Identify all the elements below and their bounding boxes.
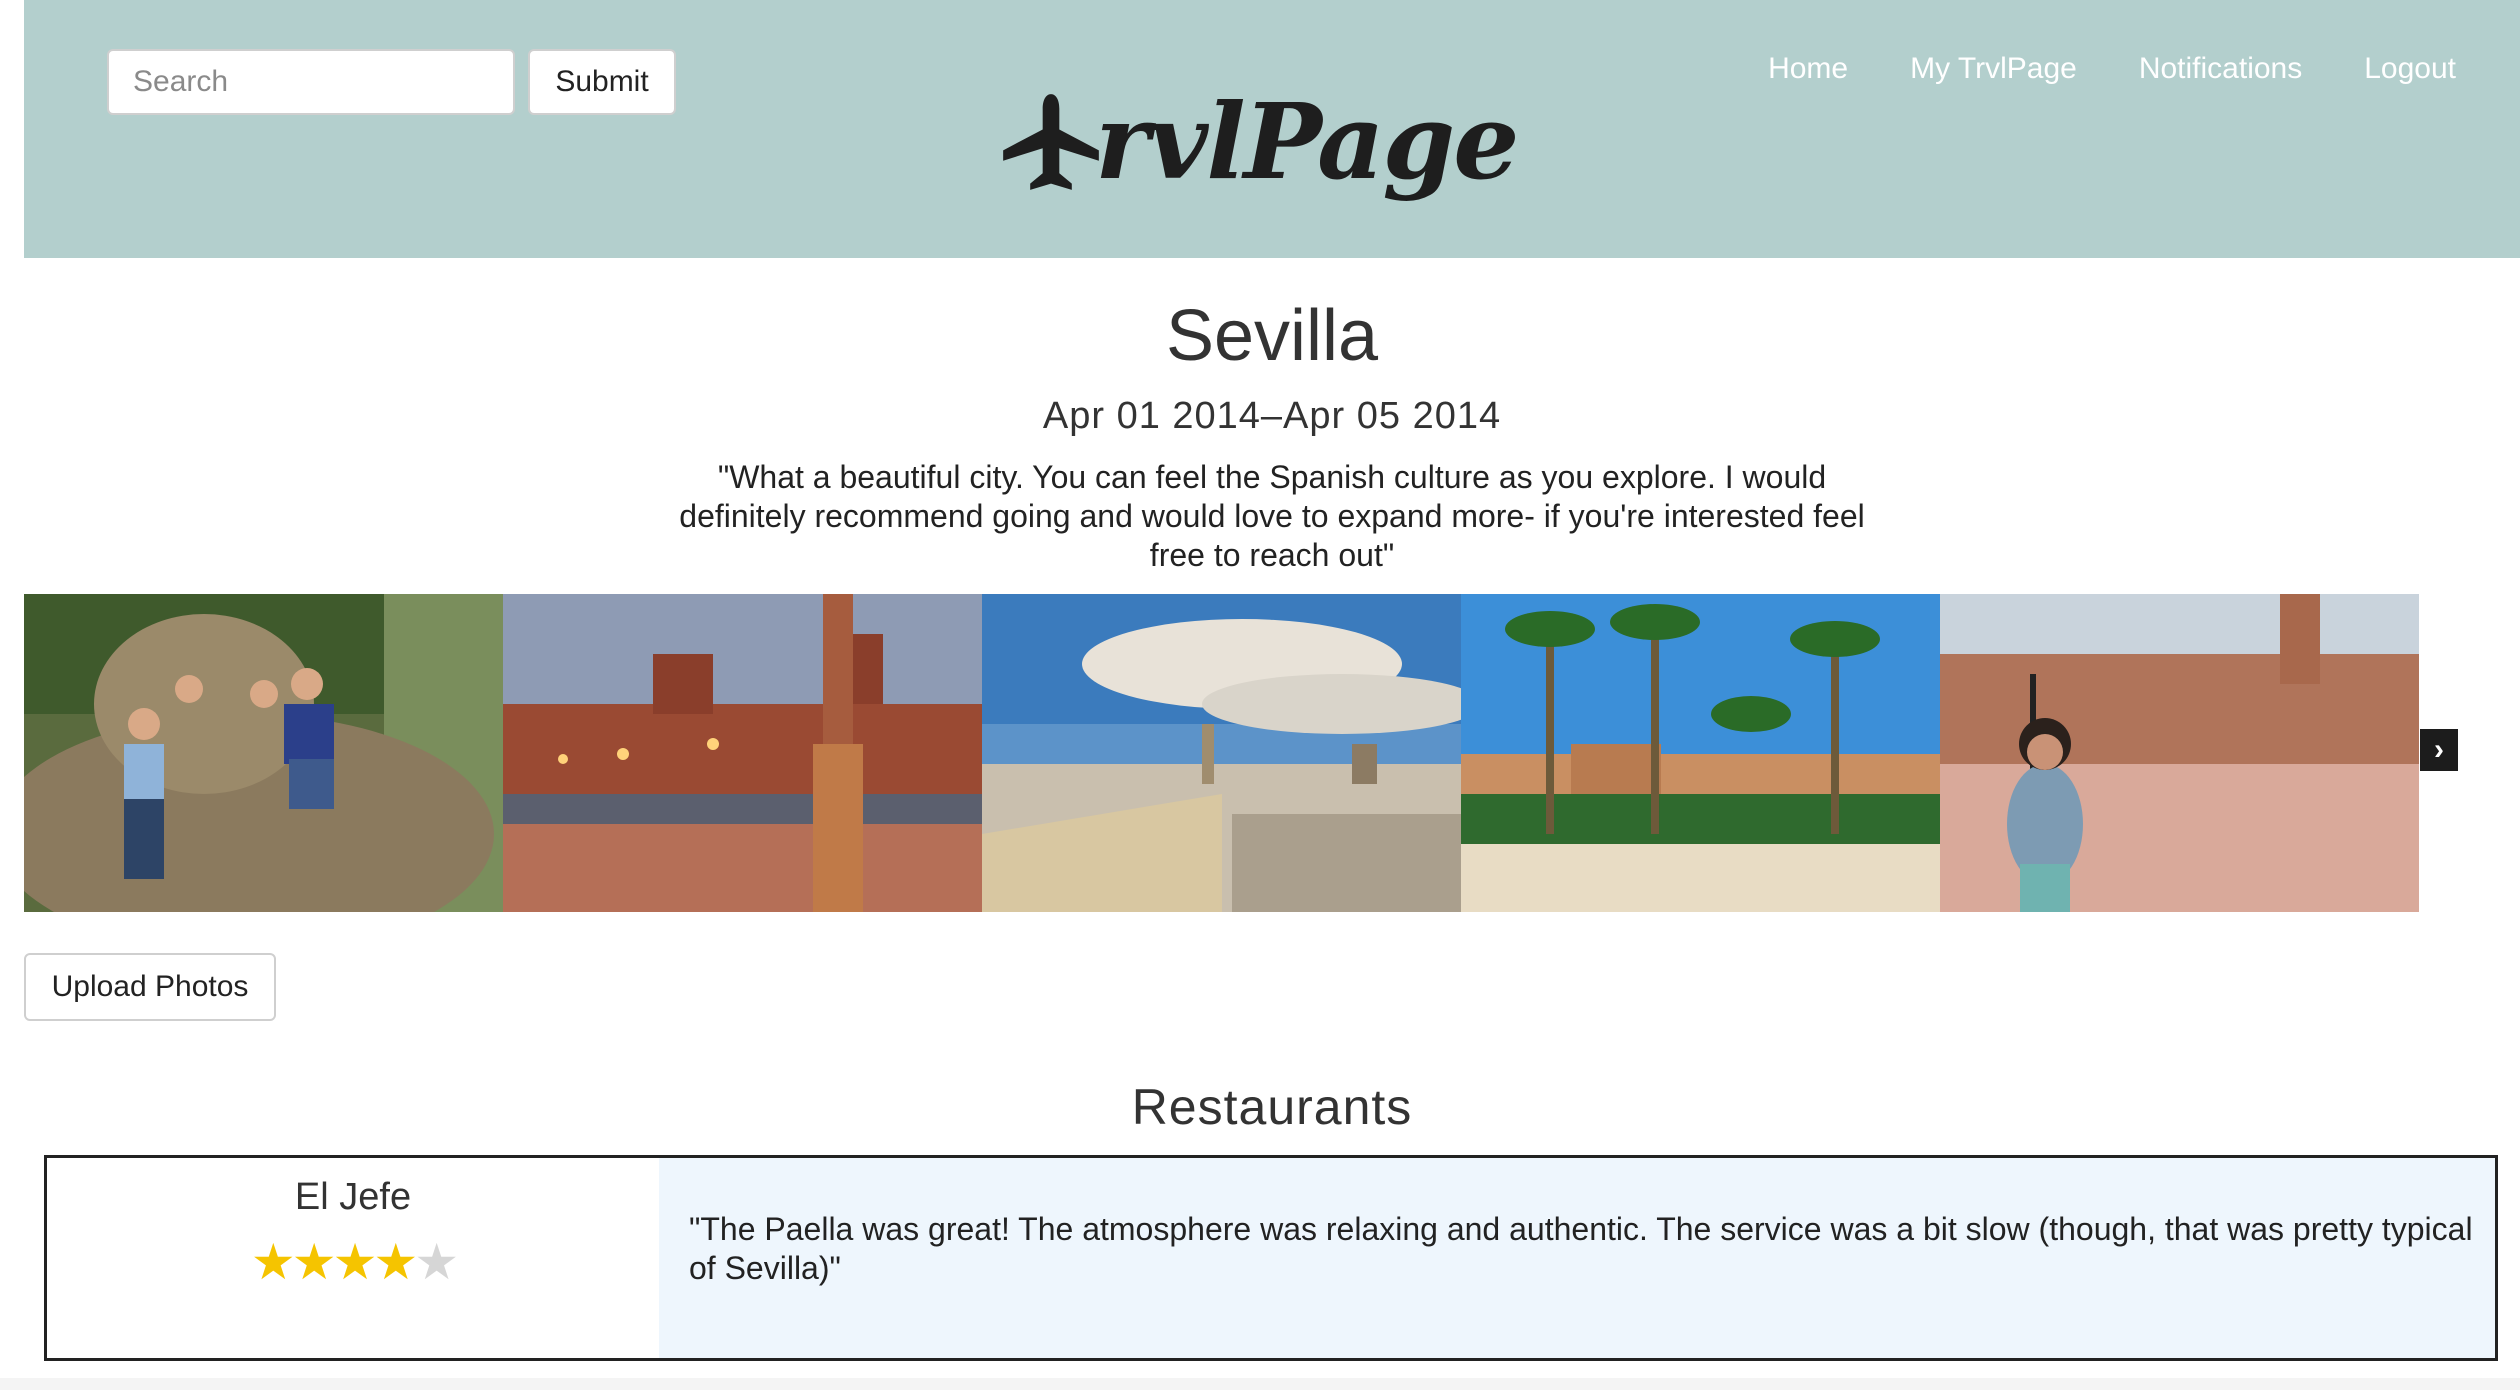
restaurant-card: El Jefe ★★★★★ "The Paella was great! The… xyxy=(44,1155,2498,1361)
carousel-photo-group[interactable] xyxy=(24,594,503,912)
nav-my-trvlpage-link[interactable]: My TrvlPage xyxy=(1910,52,2077,86)
restaurant-name: El Jefe xyxy=(294,1176,412,1218)
star-filled-icon: ★ xyxy=(332,1234,378,1290)
main-nav: Home My TrvlPage Notifications Logout xyxy=(1768,52,2456,86)
submit-button[interactable]: Submit xyxy=(528,49,676,115)
nav-logout-link[interactable]: Logout xyxy=(2364,52,2456,86)
restaurants-heading: Restaurants xyxy=(1131,1079,1413,1135)
star-filled-icon: ★ xyxy=(250,1234,296,1290)
restaurant-review: "The Paella was great! The atmosphere wa… xyxy=(659,1158,2495,1358)
trip-dates: Apr 01 2014–Apr 05 2014 xyxy=(1042,395,1502,437)
star-empty-icon: ★ xyxy=(414,1234,459,1290)
star-filled-icon: ★ xyxy=(291,1234,337,1290)
nav-notifications-link[interactable]: Notifications xyxy=(2139,52,2302,86)
header-bar: Submit rvlPage Home My TrvlPage Notifica… xyxy=(24,0,2520,258)
star-filled-icon: ★ xyxy=(373,1234,418,1290)
carousel-photo-skyline[interactable] xyxy=(982,594,1461,912)
upload-photos-button[interactable]: Upload Photos xyxy=(24,953,276,1021)
trip-title: Sevilla xyxy=(1165,296,1379,376)
restaurant-info: El Jefe ★★★★★ xyxy=(47,1158,659,1358)
airplane-icon xyxy=(1003,94,1099,190)
carousel-photo-palms[interactable] xyxy=(1461,594,1940,912)
trip-quote: "What a beautiful city. You can feel the… xyxy=(679,459,1865,573)
carousel-next-button[interactable]: › xyxy=(2420,729,2458,771)
carousel-photo-woman-plaza[interactable] xyxy=(1940,594,2419,912)
nav-home-link[interactable]: Home xyxy=(1768,52,1848,86)
restaurant-rating: ★★★★★ xyxy=(47,1233,659,1291)
page-footer-strip xyxy=(0,1378,2520,1390)
photo-carousel xyxy=(24,594,2480,912)
search-input[interactable] xyxy=(107,49,515,115)
logo-text: rvlPage xyxy=(1095,80,1519,203)
carousel-photo-plaza-dusk[interactable] xyxy=(503,594,982,912)
trvlpage-logo[interactable]: rvlPage xyxy=(999,62,1519,222)
